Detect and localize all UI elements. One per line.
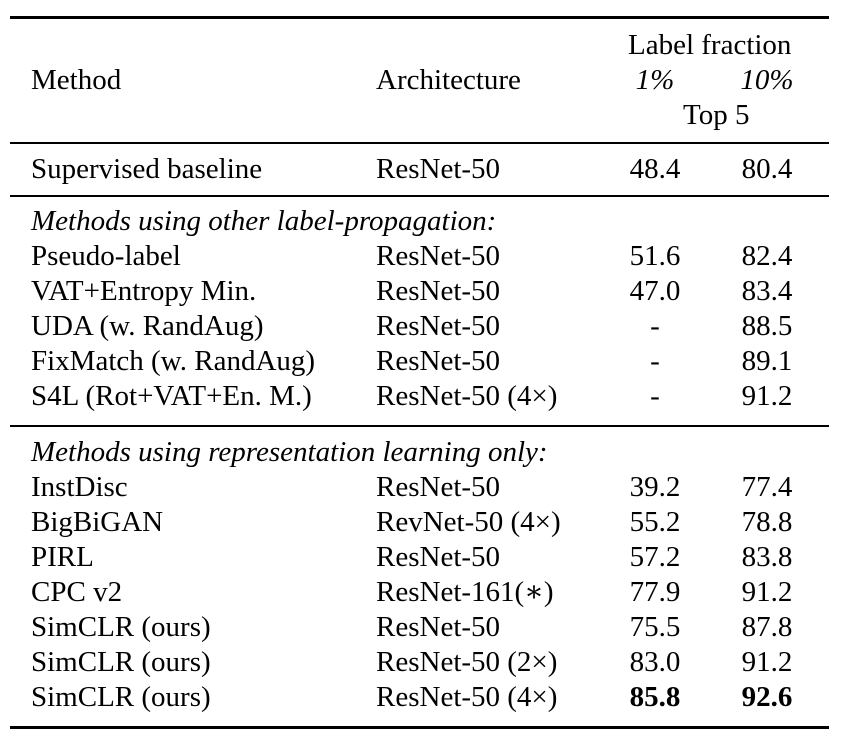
- header-architecture: Architecture: [376, 64, 521, 96]
- baseline-rule: [10, 195, 829, 197]
- row-value-1pct: -: [650, 345, 660, 377]
- row-architecture: ResNet-50: [376, 275, 501, 307]
- results-table: Label fraction Method Architecture 1% 10…: [0, 0, 860, 748]
- header-label-fraction: Label fraction: [628, 29, 792, 61]
- row-architecture: ResNet-50: [376, 240, 501, 272]
- row-method: SimCLR (ours): [31, 646, 211, 678]
- row-method: PIRL: [31, 541, 94, 573]
- row-method: SimCLR (ours): [31, 681, 211, 713]
- row-architecture: ResNet-50: [376, 611, 501, 643]
- section-title: Methods using representation learning on…: [31, 436, 548, 468]
- row-architecture: ResNet-50 (2×): [376, 646, 558, 678]
- row-architecture: ResNet-50 (4×): [376, 681, 558, 713]
- row-method: FixMatch (w. RandAug): [31, 345, 316, 377]
- section-rule: [10, 425, 829, 427]
- row-method: Supervised baseline: [31, 153, 263, 185]
- row-value-1pct: 48.4: [629, 153, 681, 185]
- row-architecture: ResNet-50: [376, 310, 501, 342]
- row-value-1pct: -: [650, 380, 660, 412]
- row-value-1pct: 77.9: [629, 576, 681, 608]
- row-value-10pct: 77.4: [741, 471, 793, 503]
- header-1pct: 1%: [600, 66, 710, 95]
- header-method: Method: [31, 64, 122, 96]
- row-value-1pct: 75.5: [629, 611, 681, 643]
- bottom-rule: [10, 726, 829, 729]
- row-architecture: ResNet-50 (4×): [376, 380, 558, 412]
- row-value-10pct: 91.2: [741, 380, 793, 412]
- header-1pct-text: 1%: [635, 64, 675, 96]
- header-rule: [10, 142, 829, 144]
- row-method: S4L (Rot+VAT+En. M.): [31, 380, 312, 412]
- row-method: CPC v2: [31, 576, 123, 608]
- row-method: Pseudo-label: [31, 240, 181, 272]
- row-architecture: ResNet-50: [376, 471, 501, 503]
- section-title: Methods using other label-propagation:: [31, 205, 497, 237]
- row-method: SimCLR (ours): [31, 611, 211, 643]
- row-value-10pct: 82.4: [741, 240, 793, 272]
- header-10pct-text: 10%: [740, 64, 794, 96]
- row-value-1pct: 83.0: [629, 646, 681, 678]
- row-value-10pct: 80.4: [741, 153, 793, 185]
- header-top5: Top 5: [683, 99, 750, 131]
- row-value-10pct: 83.8: [741, 541, 793, 573]
- row-architecture: ResNet-161(∗): [376, 576, 554, 608]
- row-value-1pct: 47.0: [629, 275, 681, 307]
- row-architecture: RevNet-50 (4×): [376, 506, 561, 538]
- row-method: BigBiGAN: [31, 506, 164, 538]
- row-value-10pct: 92.6: [741, 681, 793, 713]
- row-value-10pct: 91.2: [741, 576, 793, 608]
- row-value-1pct: 51.6: [629, 240, 681, 272]
- top-rule: [10, 16, 829, 19]
- row-architecture: ResNet-50: [376, 345, 501, 377]
- row-value-1pct: 39.2: [629, 471, 681, 503]
- row-value-10pct: 91.2: [741, 646, 793, 678]
- row-value-10pct: 83.4: [741, 275, 793, 307]
- row-architecture: ResNet-50: [376, 541, 501, 573]
- row-architecture: ResNet-50: [376, 153, 501, 185]
- row-value-10pct: 89.1: [741, 345, 793, 377]
- row-method: InstDisc: [31, 471, 128, 503]
- row-value-1pct: 55.2: [629, 506, 681, 538]
- row-value-1pct: -: [650, 310, 660, 342]
- row-value-10pct: 87.8: [741, 611, 793, 643]
- header-10pct: 10%: [712, 66, 822, 95]
- row-method: VAT+Entropy Min.: [31, 275, 257, 307]
- row-value-1pct: 57.2: [629, 541, 681, 573]
- row-value-10pct: 78.8: [741, 506, 793, 538]
- row-value-1pct: 85.8: [629, 681, 681, 713]
- row-value-10pct: 88.5: [741, 310, 793, 342]
- row-method: UDA (w. RandAug): [31, 310, 264, 342]
